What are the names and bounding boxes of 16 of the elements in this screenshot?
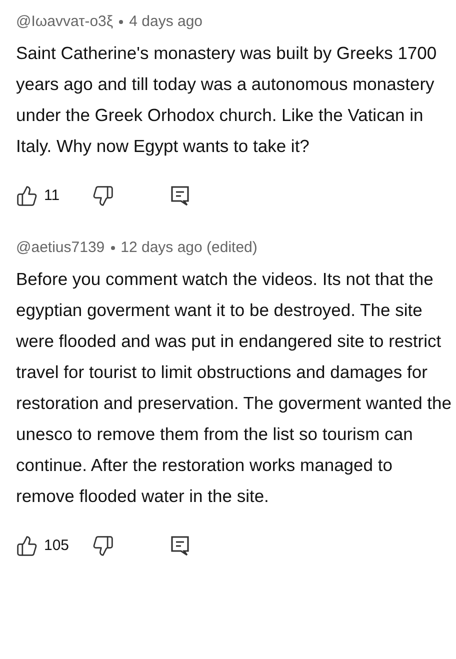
dot-separator-icon <box>119 20 124 24</box>
reply-icon[interactable] <box>170 535 190 557</box>
reply-icon[interactable] <box>170 185 190 207</box>
like-icon[interactable] <box>16 535 38 557</box>
dot-separator-icon <box>110 246 115 250</box>
comment-author[interactable]: @Iωavvaτ-o3ξ <box>16 8 114 36</box>
comment-author[interactable]: @aetius7139 <box>16 234 105 262</box>
comment-time: 4 days ago <box>129 12 203 32</box>
like-count: 105 <box>44 536 70 556</box>
comment-text: Saint Catherine's monastery was built by Greeks 1700 years ago and till today was a autonomous monastery under the Greek Orhodox church. Like the Vatican in Italy. Why now Egypt wants to take it? <box>16 42 438 158</box>
like-icon[interactable] <box>16 185 38 207</box>
comment-text: Before you comment watch the videos. Its not that the egyptian goverment want it to be destroyed. The site were flooded and was put in endangered site to restrict travel for tourist to limit obstructions and damages for restoration and preservation. The goverment wanted the unesco to remove them from the list so tourism can continue. After the restoration works managed to remove flooded water in the site. <box>16 268 452 508</box>
like-count: 11 <box>44 186 61 206</box>
comment-time: 12 days ago (edited) <box>120 238 258 258</box>
dislike-icon[interactable] <box>92 535 114 557</box>
dislike-icon[interactable] <box>92 185 114 207</box>
